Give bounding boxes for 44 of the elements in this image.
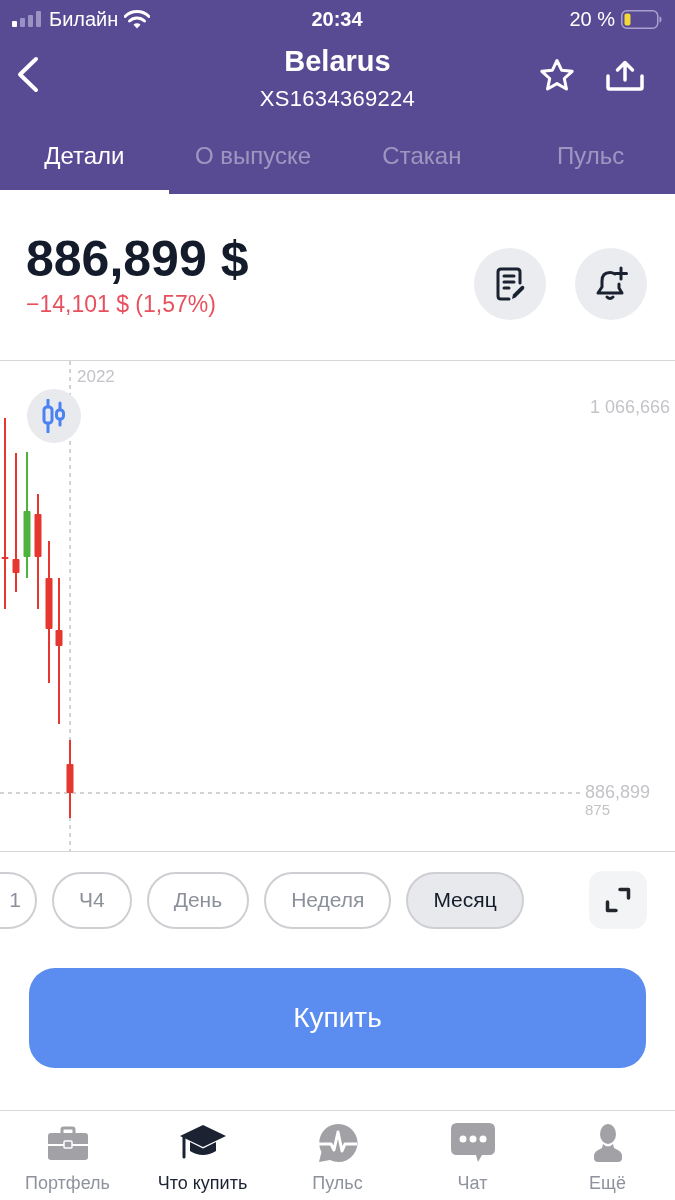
period-chip[interactable]: Ч4: [52, 871, 132, 929]
fullscreen-button[interactable]: [589, 871, 647, 929]
nav-item[interactable]: Портфель: [0, 1111, 135, 1200]
nav-item[interactable]: Что купить: [135, 1111, 270, 1200]
bell-plus-icon: [594, 266, 628, 302]
current-price-label: 886,899: [585, 782, 651, 802]
buy-button[interactable]: Купить: [29, 968, 646, 1068]
clock-time: 20:34: [311, 7, 363, 31]
price-axis-label: 875: [585, 802, 611, 818]
battery-percent: 20 %: [569, 7, 615, 31]
tab[interactable]: О выпуске: [168, 130, 338, 194]
back-button[interactable]: [16, 56, 40, 93]
price-change: −14,101 $ (1,57%): [26, 290, 217, 318]
star-icon: [539, 58, 575, 93]
tab[interactable]: Стакан: [337, 130, 507, 194]
bond-title: Belarus: [284, 44, 391, 79]
back-icon: [16, 56, 40, 93]
tab[interactable]: Детали: [0, 130, 169, 194]
price-axis-label: 1 066,666: [589, 397, 670, 417]
battery-icon: [621, 9, 662, 29]
candlestick-icon: [41, 399, 67, 433]
share-button[interactable]: [606, 58, 644, 93]
nav-item[interactable]: Ещё: [540, 1111, 675, 1200]
period-chip[interactable]: Месяц: [406, 871, 524, 929]
nav-item[interactable]: Пульс: [270, 1111, 405, 1200]
chat-bubble-icon: [450, 1123, 495, 1163]
note-edit-icon: [495, 266, 525, 302]
favorite-button[interactable]: [539, 58, 575, 93]
signal-icon: [12, 11, 42, 27]
tab[interactable]: Пульс: [506, 130, 675, 194]
year-label: 2022: [77, 367, 115, 387]
chart-type-button[interactable]: [27, 389, 81, 443]
nav-item[interactable]: Чат: [405, 1111, 540, 1200]
period-chip[interactable]: День: [146, 871, 250, 929]
price-value: 886,899 $: [26, 231, 249, 287]
carrier-name: Билайн: [49, 7, 119, 31]
expand-icon: [605, 887, 631, 913]
person-icon: [593, 1123, 622, 1163]
period-chip[interactable]: 1: [0, 871, 37, 929]
period-chip[interactable]: Неделя: [264, 871, 392, 929]
wifi-icon: [124, 9, 151, 29]
pulse-icon: [317, 1123, 358, 1163]
share-icon: [606, 60, 644, 91]
isin-code: XS1634369224: [259, 85, 416, 113]
